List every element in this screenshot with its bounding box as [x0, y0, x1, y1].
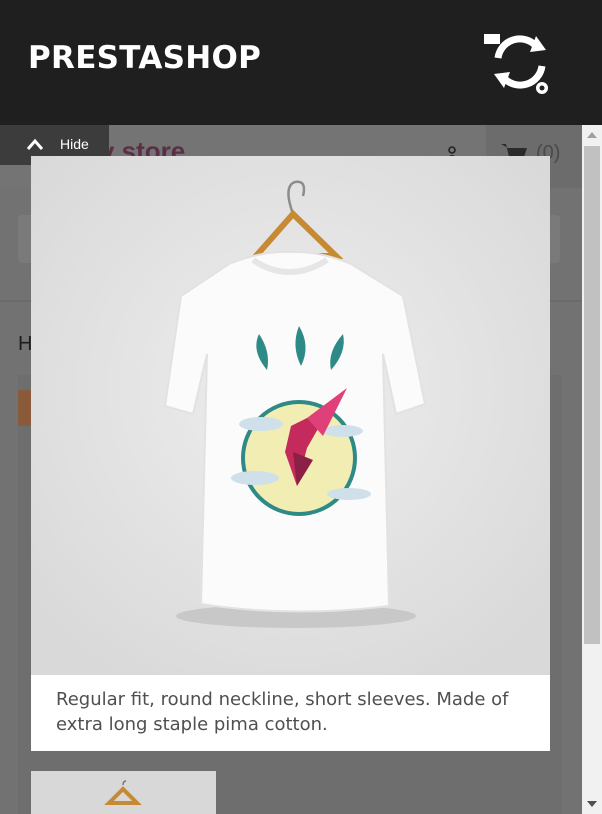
page-viewport: y store (0) H Hide Regular fit, round ne…: [0, 125, 602, 814]
scroll-down-arrow-icon[interactable]: [582, 794, 602, 814]
hummingbird-tshirt-image: [31, 156, 550, 675]
scrollbar-thumb[interactable]: [584, 146, 600, 644]
scroll-up-arrow-icon[interactable]: [582, 125, 602, 145]
product-description: Regular fit, round neckline, short sleev…: [56, 689, 509, 735]
vertical-scrollbar[interactable]: [582, 125, 602, 814]
top-bar: PRESTASHOP: [0, 0, 602, 125]
hide-label: Hide: [60, 136, 89, 152]
store-sync-gear-icon: [484, 30, 548, 94]
hanger-icon: [104, 780, 142, 805]
product-flag: [18, 390, 32, 426]
tshirt-illustration: [31, 156, 550, 675]
chevron-up-icon: [26, 138, 44, 150]
product-image-modal: Regular fit, round neckline, short sleev…: [31, 156, 550, 751]
brand-logo: PRESTASHOP: [28, 40, 262, 76]
product-thumbnail[interactable]: [31, 771, 216, 814]
